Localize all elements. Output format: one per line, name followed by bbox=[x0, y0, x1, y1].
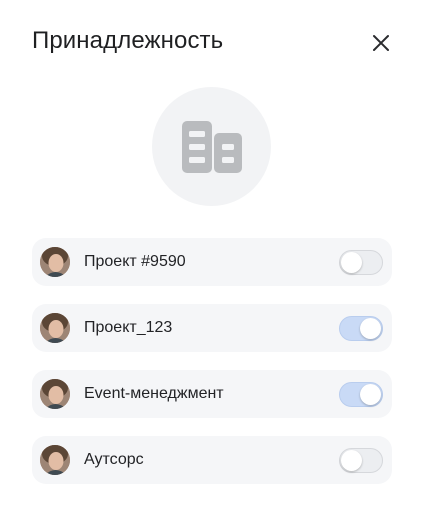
toggle-knob bbox=[341, 252, 362, 273]
toggle-knob bbox=[360, 318, 381, 339]
list-item-label: Event-менеджмент bbox=[84, 385, 224, 402]
avatar bbox=[40, 379, 70, 409]
toggle-switch[interactable] bbox=[339, 382, 383, 407]
list-item-label: Проект #9590 bbox=[84, 253, 186, 270]
list-item-label: Аутсорс bbox=[84, 451, 144, 468]
list-item: Аутсорс bbox=[32, 436, 392, 484]
close-button[interactable] bbox=[366, 28, 396, 58]
dialog-title: Принадлежность bbox=[32, 27, 224, 54]
toggle-switch[interactable] bbox=[339, 448, 383, 473]
list-item: Проект #9590 bbox=[32, 238, 392, 286]
list-item: Проект_123 bbox=[32, 304, 392, 352]
hero-illustration bbox=[152, 87, 271, 206]
list-item-label: Проект_123 bbox=[84, 319, 173, 336]
toggle-switch[interactable] bbox=[339, 316, 383, 341]
list-item: Event-менеджмент bbox=[32, 370, 392, 418]
avatar bbox=[40, 445, 70, 475]
building-icon bbox=[181, 120, 242, 173]
toggle-switch[interactable] bbox=[339, 250, 383, 275]
avatar bbox=[40, 313, 70, 343]
toggle-knob bbox=[360, 384, 381, 405]
close-icon bbox=[373, 35, 389, 51]
affiliation-dialog: Принадлежность Проект #9590 Проект_123 E… bbox=[0, 0, 425, 516]
toggle-knob bbox=[341, 450, 362, 471]
avatar bbox=[40, 247, 70, 277]
